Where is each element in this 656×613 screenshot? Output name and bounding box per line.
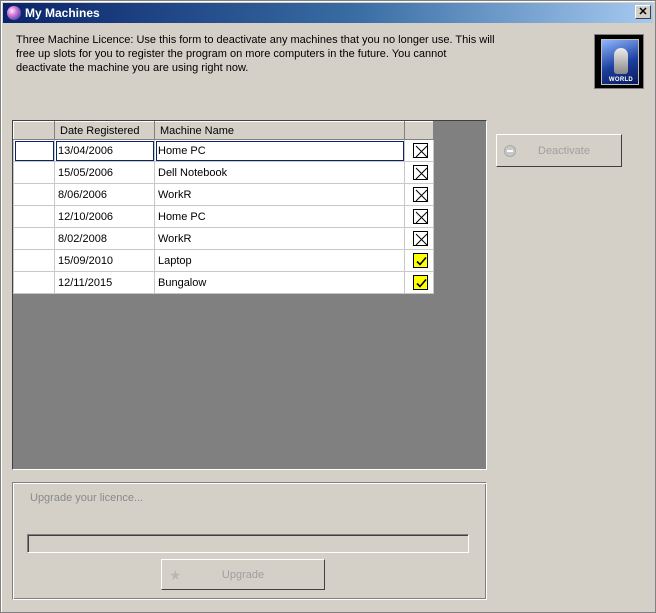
x-mark-icon[interactable] xyxy=(413,231,428,246)
x-mark-icon[interactable] xyxy=(413,187,428,202)
table-header-row: Date Registered Machine Name xyxy=(13,121,434,140)
my-machines-window: My Machines ✕ Three Machine Licence: Use… xyxy=(0,0,656,613)
table-row[interactable]: 13/04/2006 Home PC xyxy=(13,139,434,162)
table-row[interactable]: 8/06/2006 WorkR xyxy=(13,183,434,206)
upgrade-button[interactable]: ★ Upgrade xyxy=(161,559,325,590)
machine-name-cell[interactable]: Dell Notebook xyxy=(154,161,405,184)
table-row[interactable]: 12/10/2006 Home PC xyxy=(13,205,434,228)
deactivate-button-label: Deactivate xyxy=(538,145,590,157)
row-selector[interactable] xyxy=(13,205,55,228)
machine-name-cell[interactable]: WorkR xyxy=(154,227,405,250)
date-registered-cell[interactable]: 15/09/2010 xyxy=(54,249,155,272)
column-header-selector xyxy=(13,121,55,140)
machines-table: Date Registered Machine Name 13/04/2006 H… xyxy=(13,121,434,294)
date-registered-cell[interactable]: 12/11/2015 xyxy=(54,271,155,294)
upgrade-button-label: Upgrade xyxy=(221,569,265,581)
date-registered-cell[interactable]: 15/05/2006 xyxy=(54,161,155,184)
upgrade-prompt-text: Upgrade your licence... xyxy=(30,492,144,504)
status-cell[interactable] xyxy=(404,183,434,206)
title-bar[interactable]: My Machines ✕ xyxy=(3,3,653,23)
upgrade-progress-bar xyxy=(27,534,469,553)
checkmark-icon[interactable] xyxy=(413,253,428,268)
column-header-status xyxy=(404,121,434,140)
row-selector[interactable] xyxy=(13,249,55,272)
row-selector[interactable] xyxy=(13,183,55,206)
table-row[interactable]: 8/02/2008 WorkR xyxy=(13,227,434,250)
machines-grid: Date Registered Machine Name 13/04/2006 H… xyxy=(12,120,487,470)
checkmark-icon[interactable] xyxy=(413,275,428,290)
status-cell[interactable] xyxy=(404,227,434,250)
date-registered-cell[interactable]: 8/02/2008 xyxy=(54,227,155,250)
column-header-date-registered[interactable]: Date Registered xyxy=(54,121,155,140)
column-header-machine-name[interactable]: Machine Name xyxy=(154,121,405,140)
table-row[interactable]: 15/09/2010 Laptop xyxy=(13,249,434,272)
status-cell[interactable] xyxy=(404,205,434,228)
status-cell[interactable] xyxy=(404,139,434,162)
x-mark-icon[interactable] xyxy=(413,143,428,158)
machine-name-cell[interactable]: WorkR xyxy=(154,183,405,206)
row-selector[interactable] xyxy=(13,161,55,184)
row-selector[interactable] xyxy=(13,271,55,294)
app-icon xyxy=(7,6,21,20)
table-row[interactable]: 12/11/2015 Bungalow xyxy=(13,271,434,294)
machine-name-cell[interactable]: Home PC xyxy=(154,205,405,228)
status-cell[interactable] xyxy=(404,249,434,272)
table-row[interactable]: 15/05/2006 Dell Notebook xyxy=(13,161,434,184)
close-button[interactable]: ✕ xyxy=(635,5,651,19)
row-selector[interactable] xyxy=(13,139,55,162)
licence-description: Three Machine Licence: Use this form to … xyxy=(16,34,495,74)
row-selector[interactable] xyxy=(13,227,55,250)
date-registered-cell[interactable]: 12/10/2006 xyxy=(54,205,155,228)
date-registered-cell[interactable]: 13/04/2006 xyxy=(54,139,155,162)
logo-label: WORLD xyxy=(608,77,634,83)
status-cell[interactable] xyxy=(404,271,434,294)
x-mark-icon[interactable] xyxy=(413,209,428,224)
deactivate-button[interactable]: Deactivate xyxy=(496,134,622,167)
machine-name-cell[interactable]: Laptop xyxy=(154,249,405,272)
status-cell[interactable] xyxy=(404,161,434,184)
machine-name-cell[interactable]: Home PC xyxy=(154,139,405,162)
window-title: My Machines xyxy=(25,6,100,20)
machine-name-cell[interactable]: Bungalow xyxy=(154,271,405,294)
world-logo-icon: WORLD xyxy=(594,34,644,89)
date-registered-cell[interactable]: 8/06/2006 xyxy=(54,183,155,206)
x-mark-icon[interactable] xyxy=(413,165,428,180)
upgrade-group: Upgrade your licence... ★ Upgrade xyxy=(12,482,487,600)
